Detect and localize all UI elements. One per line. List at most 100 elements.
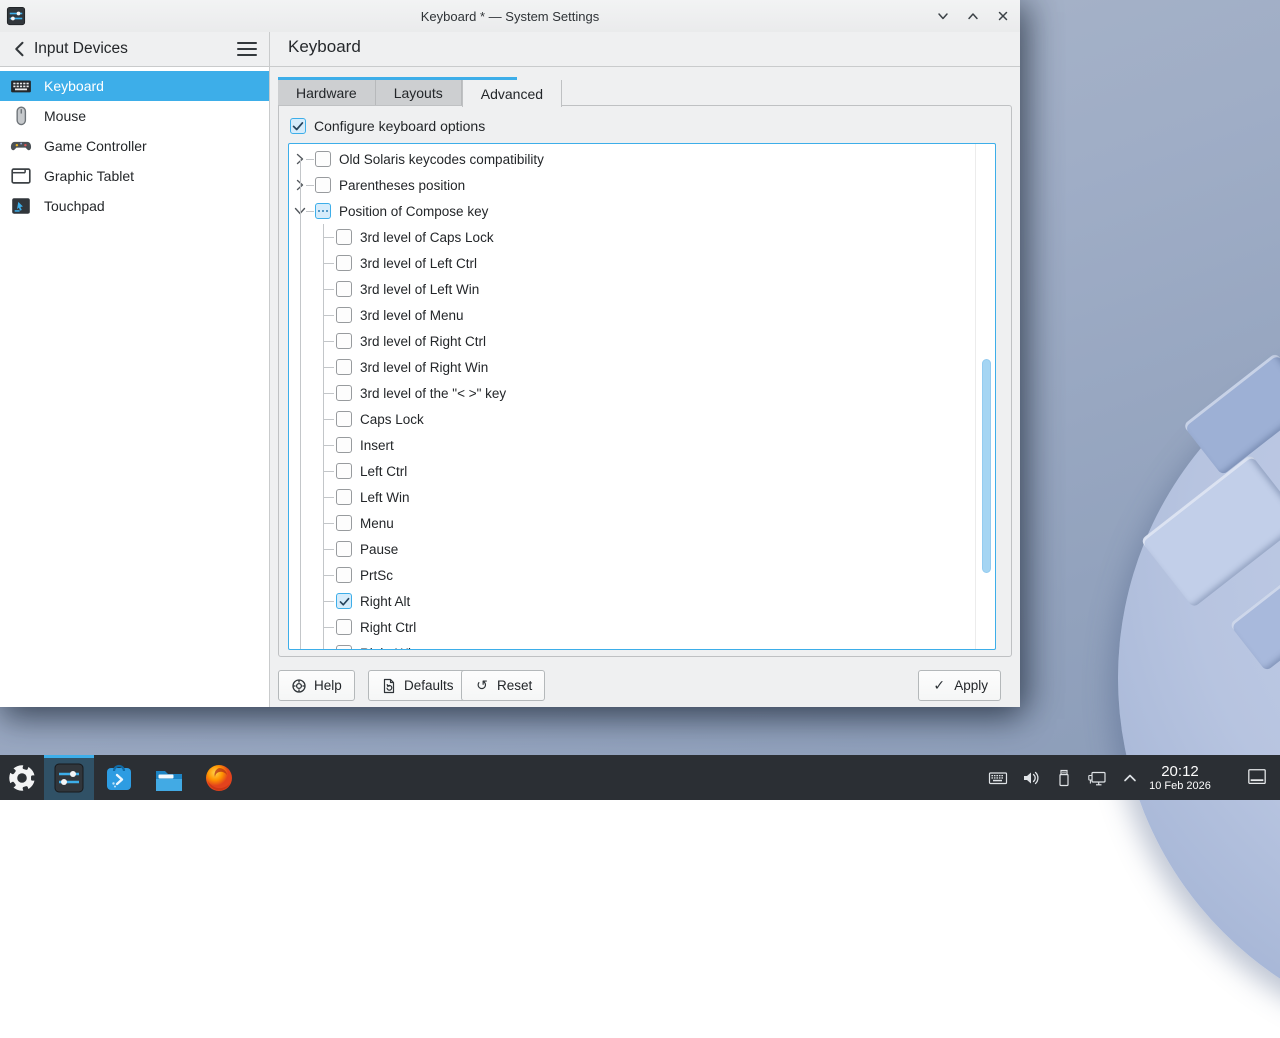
tree-row-insert[interactable]: Insert: [289, 432, 995, 458]
tree-row-3rd-level-of-right-win[interactable]: 3rd level of Right Win: [289, 354, 995, 380]
volume-icon[interactable]: [1021, 768, 1041, 788]
tree-child-guide-line: [323, 224, 324, 650]
tree-branch-line: [323, 575, 334, 576]
tree-row-right-win[interactable]: Right Win: [289, 640, 995, 650]
checkbox-unchecked[interactable]: [336, 359, 352, 375]
defaults-icon: [381, 678, 397, 694]
checkbox-unchecked[interactable]: [336, 281, 352, 297]
task-system-settings[interactable]: [44, 755, 94, 800]
checkbox-unchecked[interactable]: [336, 437, 352, 453]
reset-button[interactable]: ↺ Reset: [461, 670, 545, 701]
tree-row-prtsc[interactable]: PrtSc: [289, 562, 995, 588]
tab-advanced[interactable]: Advanced: [462, 80, 562, 107]
tree-row-left-win[interactable]: Left Win: [289, 484, 995, 510]
help-button[interactable]: Help: [278, 670, 355, 701]
tree-branch-line: [323, 445, 334, 446]
tree-branch-line: [323, 315, 334, 316]
usb-icon[interactable]: [1054, 768, 1074, 788]
configure-options-checkbox[interactable]: [290, 118, 306, 134]
checkbox-unchecked[interactable]: [336, 567, 352, 583]
tree-item-label: Pause: [360, 542, 398, 557]
checkbox-unchecked[interactable]: [336, 645, 352, 650]
tree-item-label: Parentheses position: [339, 178, 465, 193]
checkbox-unchecked[interactable]: [336, 229, 352, 245]
window-title: Keyboard * — System Settings: [0, 9, 1020, 24]
task-firefox[interactable]: [194, 755, 244, 800]
tree-row-3rd-level-of-right-ctrl[interactable]: 3rd level of Right Ctrl: [289, 328, 995, 354]
checkbox-unchecked[interactable]: [336, 411, 352, 427]
checkbox-unchecked[interactable]: [336, 385, 352, 401]
header-row: Input Devices Keyboard: [0, 32, 1020, 67]
checkbox-unchecked[interactable]: [315, 177, 331, 193]
sidebar-item-touchpad[interactable]: Touchpad: [0, 191, 269, 221]
tree-item-label: Left Ctrl: [360, 464, 407, 479]
help-button-label: Help: [314, 678, 342, 693]
checkbox-partial[interactable]: [315, 203, 331, 219]
checkbox-unchecked[interactable]: [336, 489, 352, 505]
breadcrumb[interactable]: Input Devices: [34, 40, 128, 58]
application-launcher-button[interactable]: [0, 755, 44, 800]
tree-row-right-ctrl[interactable]: Right Ctrl: [289, 614, 995, 640]
chevron-up-icon[interactable]: [1120, 768, 1140, 788]
sidebar-item-mouse[interactable]: Mouse: [0, 101, 269, 131]
tree-row-caps-lock[interactable]: Caps Lock: [289, 406, 995, 432]
tree-row-menu[interactable]: Menu: [289, 510, 995, 536]
tree-row-pause[interactable]: Pause: [289, 536, 995, 562]
tree-row-3rd-level-of-the-key[interactable]: 3rd level of the "< >" key: [289, 380, 995, 406]
tree-branch-line: [323, 393, 334, 394]
tree-row-3rd-level-of-left-ctrl[interactable]: 3rd level of Left Ctrl: [289, 250, 995, 276]
tree-row-3rd-level-of-caps-lock[interactable]: 3rd level of Caps Lock: [289, 224, 995, 250]
configure-options-row[interactable]: Configure keyboard options: [290, 118, 485, 134]
checkbox-unchecked[interactable]: [336, 619, 352, 635]
digital-clock[interactable]: 20:12 10 Feb 2026: [1140, 755, 1220, 800]
tree-row-3rd-level-of-menu[interactable]: 3rd level of Menu: [289, 302, 995, 328]
sidebar-item-game-controller[interactable]: Game Controller: [0, 131, 269, 161]
tree-row-parentheses-position[interactable]: Parentheses position: [289, 172, 995, 198]
system-settings-window: Keyboard * — System Settings Input Devic…: [0, 0, 1020, 707]
titlebar[interactable]: Keyboard * — System Settings: [0, 0, 1020, 32]
close-button[interactable]: [990, 3, 1016, 29]
checkbox-unchecked[interactable]: [336, 463, 352, 479]
tree-root-guide-line: [300, 159, 301, 650]
checkbox-unchecked[interactable]: [336, 255, 352, 271]
tree-item-label: 3rd level of Caps Lock: [360, 230, 494, 245]
show-desktop-button[interactable]: [1246, 767, 1268, 787]
hamburger-menu-icon[interactable]: [237, 40, 257, 58]
checkbox-unchecked[interactable]: [336, 515, 352, 531]
dolphin-icon: [153, 762, 185, 794]
tree-row-right-alt[interactable]: Right Alt: [289, 588, 995, 614]
checkbox-unchecked[interactable]: [336, 541, 352, 557]
discover-icon: [103, 762, 135, 794]
keyboard-options-tree[interactable]: Old Solaris keycodes compatibility Parent…: [288, 143, 996, 650]
tab-layouts[interactable]: Layouts: [376, 80, 462, 106]
task-dolphin[interactable]: [144, 755, 194, 800]
maximize-button[interactable]: [960, 3, 986, 29]
apply-check-icon: ✓: [931, 678, 947, 694]
apply-button-label: Apply: [954, 678, 988, 693]
back-button[interactable]: [10, 37, 30, 61]
page-title: Keyboard: [288, 37, 361, 57]
tree-row-old-solaris-keycodes-compatibility[interactable]: Old Solaris keycodes compatibility: [289, 146, 995, 172]
sidebar-item-keyboard[interactable]: Keyboard: [0, 71, 269, 101]
sidebar-item-graphic-tablet[interactable]: Graphic Tablet: [0, 161, 269, 191]
defaults-button-label: Defaults: [404, 678, 454, 693]
tree-scrollbar[interactable]: [982, 359, 991, 573]
tree-row-position-of-compose-key[interactable]: Position of Compose key: [289, 198, 995, 224]
tree-row-3rd-level-of-left-win[interactable]: 3rd level of Left Win: [289, 276, 995, 302]
firefox-icon: [203, 762, 235, 794]
tree-item-label: Left Win: [360, 490, 410, 505]
apply-button[interactable]: ✓ Apply: [918, 670, 1001, 701]
checkbox-unchecked[interactable]: [336, 307, 352, 323]
checkbox-unchecked[interactable]: [315, 151, 331, 167]
defaults-button[interactable]: Defaults: [368, 670, 467, 701]
tree-row-left-ctrl[interactable]: Left Ctrl: [289, 458, 995, 484]
display-icon[interactable]: [1087, 768, 1107, 788]
tab-hardware[interactable]: Hardware: [278, 80, 376, 106]
minimize-button[interactable]: [930, 3, 956, 29]
keyboard-tray-icon[interactable]: [988, 768, 1008, 788]
tree-branch-line: [323, 289, 334, 290]
checkbox-checked[interactable]: [336, 593, 352, 609]
checkbox-unchecked[interactable]: [336, 333, 352, 349]
task-discover[interactable]: [94, 755, 144, 800]
check-icon: [291, 119, 305, 133]
